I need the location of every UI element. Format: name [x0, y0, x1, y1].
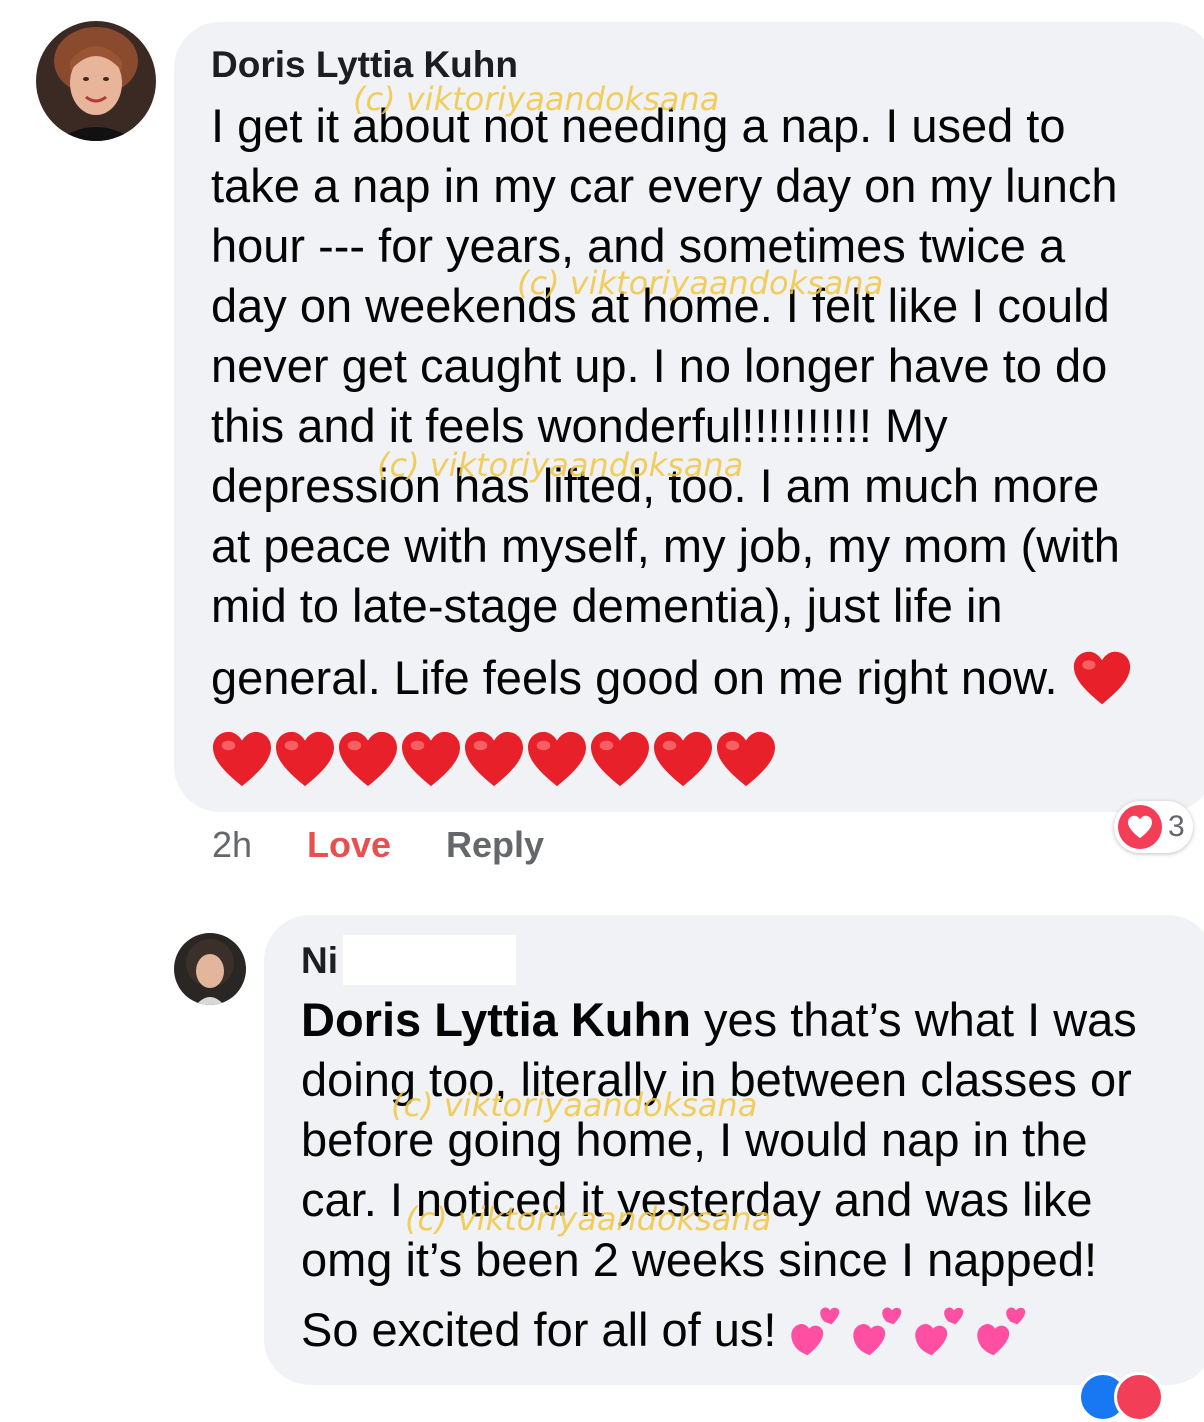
red-heart-icon: [276, 731, 334, 787]
red-heart-icon: [591, 731, 649, 787]
reply-author-name[interactable]: Ni: [301, 940, 338, 982]
sparkling-heart-row: [788, 1302, 1030, 1358]
comment-body-last-line: general. Life feels good on me right now…: [211, 648, 1191, 708]
red-heart-icon: [1073, 651, 1130, 705]
heart-icon: [1128, 815, 1152, 839]
reply-last-line-text: So excited for all of us!: [301, 1303, 777, 1356]
reaction-summary[interactable]: 3: [1114, 801, 1193, 853]
comment-author-name[interactable]: Doris Lyttia Kuhn: [211, 44, 518, 86]
sparkling-heart-icon: [977, 1307, 1026, 1356]
avatar-doris[interactable]: [36, 21, 156, 141]
reply-last-line: So excited for all of us!: [301, 1300, 1201, 1360]
avatar-image: [36, 21, 156, 141]
sparkling-heart-icon: [853, 1307, 902, 1356]
reply-body-text: Doris Lyttia Kuhn yes that’s what I was …: [301, 990, 1201, 1290]
avatar-image: [174, 933, 246, 1005]
reply-reaction-summary[interactable]: [1078, 1372, 1204, 1422]
red-heart-icon: [402, 731, 460, 787]
reaction-count: 3: [1168, 810, 1185, 843]
redaction-box: [343, 935, 516, 985]
sparkling-heart-icon: [791, 1307, 840, 1356]
red-heart-icon: [339, 731, 397, 787]
red-heart-icon: [528, 731, 586, 787]
comment-body-text: I get it about not needing a nap. I used…: [211, 99, 1120, 632]
avatar-reply-author[interactable]: [174, 933, 246, 1005]
reply-button[interactable]: Reply: [446, 824, 544, 866]
love-button[interactable]: Love: [307, 824, 391, 866]
comment-last-line-text: general. Life feels good on me right now…: [211, 651, 1058, 704]
mention-link[interactable]: Doris Lyttia Kuhn: [301, 993, 691, 1046]
comment-timestamp[interactable]: 2h: [212, 824, 252, 866]
red-heart-icon: [213, 731, 271, 787]
sparkling-heart-icon: [915, 1307, 964, 1356]
love-reaction-icon: [1118, 805, 1162, 849]
red-heart-icon: [465, 731, 523, 787]
heart-emoji-row: [211, 730, 777, 788]
red-heart-icon: [654, 731, 712, 787]
love-reaction-icon: [1114, 1372, 1164, 1422]
red-heart-icon: [717, 731, 775, 787]
